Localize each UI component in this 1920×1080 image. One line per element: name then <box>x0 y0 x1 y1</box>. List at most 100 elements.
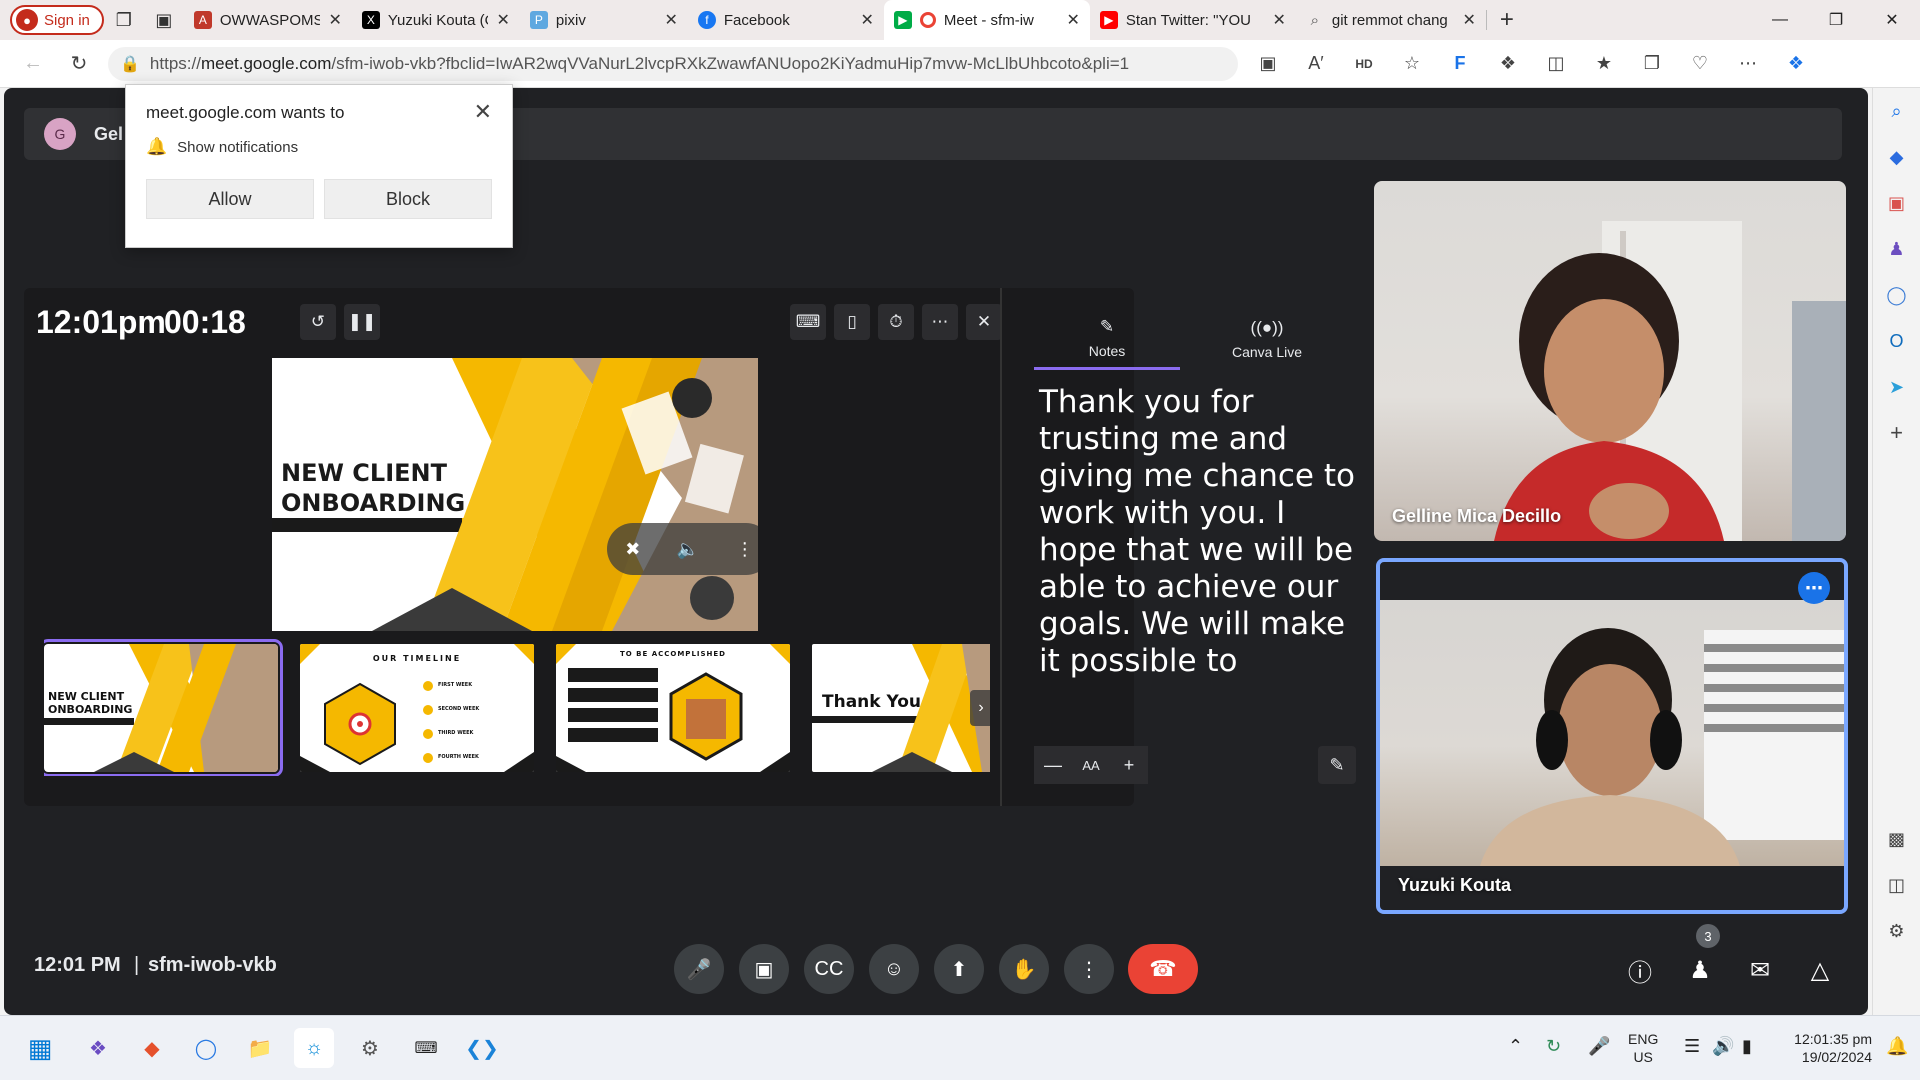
send-icon[interactable]: ➤ <box>1882 372 1912 402</box>
microphone-icon[interactable]: 🎤 <box>674 944 724 994</box>
edge-browser-icon[interactable]: ☼ <box>294 1028 334 1068</box>
emoji-icon[interactable]: ☺ <box>869 944 919 994</box>
hide-sidebar-icon[interactable]: ◫ <box>1882 870 1912 900</box>
volume-icon[interactable]: 🔊 <box>1712 1036 1734 1057</box>
camera-icon[interactable]: ▣ <box>739 944 789 994</box>
search-icon[interactable]: ⌕ <box>1882 96 1912 126</box>
read-aloud-icon[interactable]: A′ <box>1292 44 1340 84</box>
browser-essentials-icon[interactable]: ♡ <box>1676 44 1724 84</box>
allow-button[interactable]: Allow <box>146 179 314 219</box>
new-tab-icon[interactable]: + <box>1487 0 1527 40</box>
microphone-tray-icon[interactable]: 🎤 <box>1588 1036 1610 1057</box>
tab-notes[interactable]: ✎ Notes <box>1034 308 1180 370</box>
games-icon[interactable]: ♟ <box>1882 234 1912 264</box>
settings-gear-icon[interactable]: ⚙ <box>350 1028 390 1068</box>
tab-owwaspoms[interactable]: A OWWASPOMS (Sc ✕ <box>184 0 352 40</box>
battery-icon[interactable]: ▮ <box>1742 1036 1752 1057</box>
tab-canva-live[interactable]: ((●)) Canva Live <box>1194 308 1340 370</box>
close-tab-icon[interactable]: ✕ <box>328 10 341 30</box>
thumbnail-slide-4[interactable]: Thank You <box>812 644 990 772</box>
close-tab-icon[interactable]: ✕ <box>860 10 873 30</box>
close-tab-icon[interactable]: ✕ <box>496 10 509 30</box>
present-screen-icon[interactable]: ⬆ <box>934 944 984 994</box>
thumbnail-slide-2[interactable]: OUR TIMELINE FIRST WEEK SECOND WEEK THIR… <box>300 644 534 772</box>
microsoft-365-icon[interactable]: ◯ <box>1882 280 1912 310</box>
chevron-up-icon[interactable]: ⌃ <box>1508 1036 1523 1057</box>
close-icon[interactable]: ✕ <box>474 99 492 125</box>
vscode-icon[interactable]: ❮❯ <box>462 1028 502 1068</box>
tab-youtube[interactable]: ▶ Stan Twitter: "YOU ✕ <box>1090 0 1296 40</box>
decrease-font-icon[interactable]: — <box>1034 746 1072 784</box>
end-call-button[interactable]: ☎ <box>1128 944 1198 994</box>
remote-icon[interactable]: ▯ <box>834 304 870 340</box>
sync-icon[interactable]: ↻ <box>1546 1036 1561 1057</box>
extension-fi-icon[interactable]: F <box>1436 44 1484 84</box>
tab-twitter-yuzuki[interactable]: X Yuzuki Kouta (OPE ✕ <box>352 0 520 40</box>
raise-hand-icon[interactable]: ✋ <box>999 944 1049 994</box>
close-window-icon[interactable]: ✕ <box>1864 0 1920 40</box>
activities-icon[interactable]: △ <box>1800 950 1840 990</box>
notification-bell-icon[interactable]: 🔔 <box>1886 1036 1908 1057</box>
start-windows-icon[interactable]: ▦ <box>20 1028 60 1068</box>
favorite-star-icon[interactable]: ☆ <box>1388 44 1436 84</box>
workspaces-icon[interactable]: ❐ <box>104 0 144 40</box>
volume-icon[interactable]: 🔈 <box>677 539 699 560</box>
tools-briefcase-icon[interactable]: ▣ <box>1882 188 1912 218</box>
more-vert-icon[interactable]: ⋮ <box>736 539 754 560</box>
refresh-icon[interactable]: ↻ <box>56 41 102 87</box>
tab-pixiv[interactable]: P pixiv ✕ <box>520 0 688 40</box>
more-options-icon[interactable]: ⋯ <box>1724 44 1772 84</box>
minimize-icon[interactable]: — <box>1752 0 1808 40</box>
wifi-icon[interactable]: ☰ <box>1684 1036 1700 1057</box>
terminal-icon[interactable]: ⌨ <box>406 1028 446 1068</box>
tab-actions-icon[interactable]: ▣ <box>144 0 184 40</box>
captions-icon[interactable]: CC <box>804 944 854 994</box>
outlook-icon[interactable]: O <box>1882 326 1912 356</box>
close-presenter-icon[interactable]: ✕ <box>966 304 1002 340</box>
tab-search-git[interactable]: ⌕ git remmot chang ✕ <box>1296 0 1486 40</box>
system-clock[interactable]: 12:01:35 pm 19/02/2024 <box>1776 1030 1872 1066</box>
close-tab-icon[interactable]: ✕ <box>1272 10 1285 30</box>
copilot-preview-icon[interactable]: ❖ <box>78 1028 118 1068</box>
settings-gear-icon[interactable]: ⚙ <box>1882 916 1912 946</box>
reset-timer-icon[interactable]: ↺ <box>300 304 336 340</box>
tab-meet[interactable]: ▶ Meet - sfm-iw ✕ <box>883 0 1090 40</box>
screenshot-icon[interactable]: ▩ <box>1882 824 1912 854</box>
thumbnail-slide-3[interactable]: TO BE ACCOMPLISHED <box>556 644 790 772</box>
restore-icon[interactable]: ❐ <box>1808 0 1864 40</box>
edit-notes-icon[interactable]: ✎ <box>1318 746 1356 784</box>
participant-tile-yuzuki[interactable]: ⋯ Yuzuki Kouta <box>1376 558 1848 914</box>
hd-icon[interactable]: HD <box>1340 44 1388 84</box>
extensions-icon[interactable]: ❖ <box>1484 44 1532 84</box>
more-options-icon[interactable]: ⋯ <box>1798 572 1830 604</box>
pin-off-icon[interactable]: ✖ <box>625 539 640 560</box>
pause-icon[interactable]: ❚❚ <box>344 304 380 340</box>
participant-tile-gelline[interactable]: Gelline Mica Decillo <box>1374 181 1846 541</box>
sign-in-button[interactable]: ● Sign in <box>10 5 104 35</box>
more-options-icon[interactable]: ⋯ <box>922 304 958 340</box>
input-language[interactable]: ENG US <box>1628 1030 1658 1066</box>
timer-icon[interactable]: ⏱ <box>878 304 914 340</box>
add-sidebar-icon[interactable]: + <box>1882 418 1912 448</box>
file-explorer-icon[interactable]: 📁 <box>240 1028 280 1068</box>
close-tab-icon[interactable]: ✕ <box>664 10 677 30</box>
close-tab-icon[interactable]: ✕ <box>1462 10 1475 30</box>
more-options-icon[interactable]: ⋮ <box>1064 944 1114 994</box>
split-screen-icon[interactable]: ◫ <box>1532 44 1580 84</box>
thumbnail-slide-1[interactable]: NEW CLIENT ONBOARDING <box>44 639 283 776</box>
chrome-browser-icon[interactable]: ◯ <box>186 1028 226 1068</box>
url-field[interactable]: 🔒 https://meet.google.com/sfm-iwob-vkb?f… <box>108 46 1238 81</box>
block-button[interactable]: Block <box>324 179 492 219</box>
copilot-icon[interactable]: ❖ <box>1772 44 1820 84</box>
close-tab-icon[interactable]: ✕ <box>1066 10 1079 30</box>
brave-browser-icon[interactable]: ◆ <box>132 1028 172 1068</box>
camera-permission-icon[interactable]: ▣ <box>1244 44 1292 84</box>
keyboard-icon[interactable]: ⌨ <box>790 304 826 340</box>
tab-facebook[interactable]: f Facebook ✕ <box>688 0 884 40</box>
people-icon[interactable]: ♟ <box>1680 950 1720 990</box>
meeting-details-icon[interactable]: ⓘ <box>1620 950 1660 990</box>
chat-icon[interactable]: ✉ <box>1740 950 1780 990</box>
shopping-tag-icon[interactable]: ◆ <box>1882 142 1912 172</box>
increase-font-icon[interactable]: + <box>1110 746 1148 784</box>
back-icon[interactable]: ← <box>10 41 56 87</box>
